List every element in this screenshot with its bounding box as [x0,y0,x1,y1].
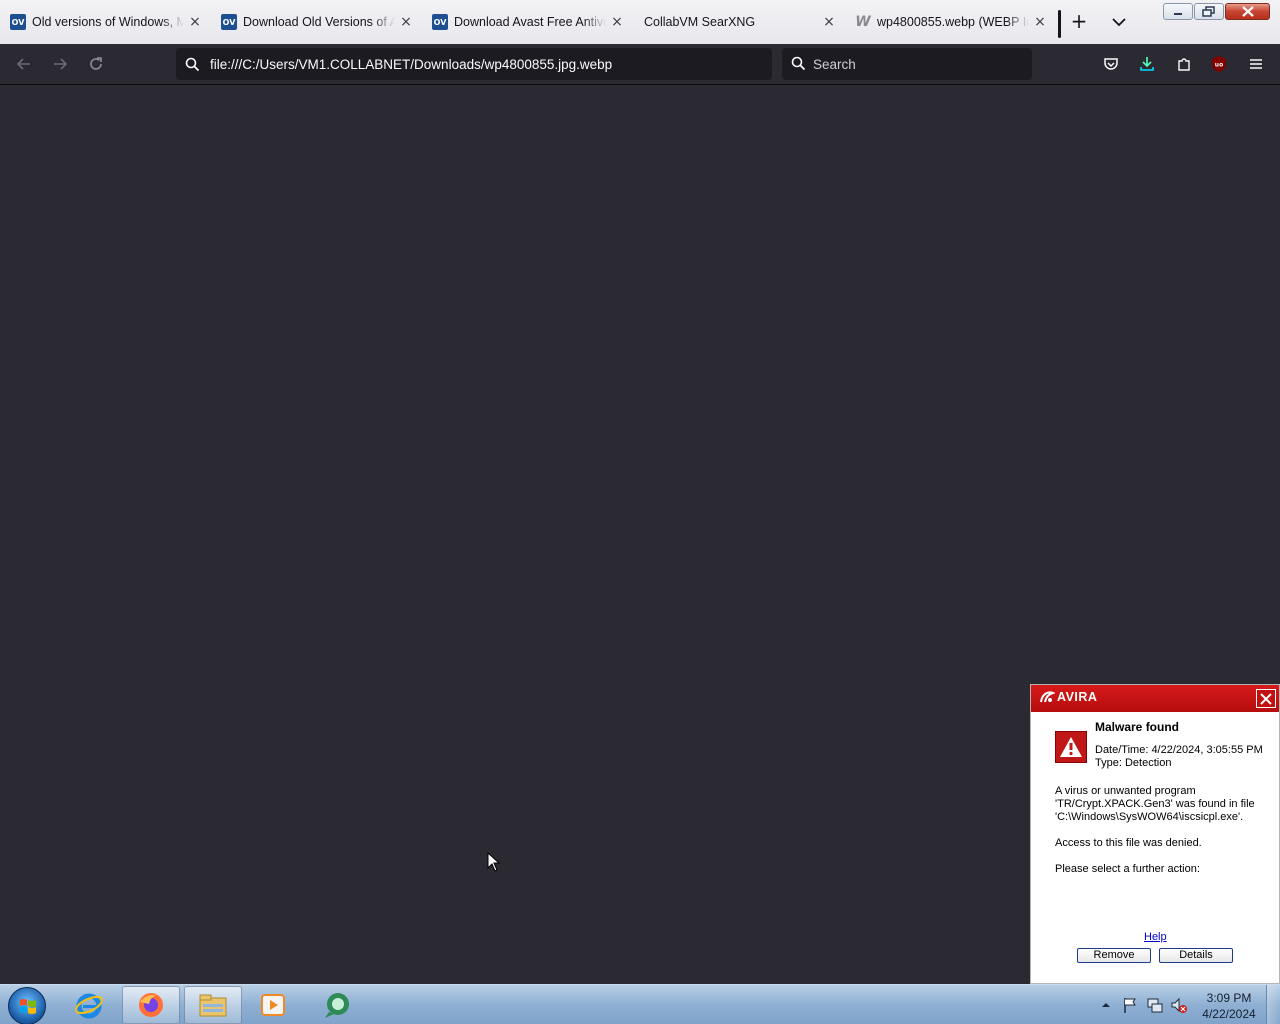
reload-button[interactable] [86,54,106,74]
app-menu-button[interactable] [1246,54,1266,74]
oldversion-favicon-icon: OV [10,14,26,30]
taskbar-file-explorer[interactable] [184,986,242,1024]
oldversion-favicon-icon: OV [432,14,448,30]
help-link[interactable]: Help [1144,931,1167,943]
new-tab-button[interactable]: + [1068,11,1090,33]
avira-close-button[interactable] [1256,689,1276,708]
tab-webp-image[interactable]: W wp4800855.webp (WEBP Image × [845,0,1055,44]
clock-time: 3:09 PM [1206,991,1252,1005]
taskbar-internet-explorer[interactable] [60,986,118,1024]
tab-title: Old versions of Windows, Mac [32,15,184,29]
detection-datetime: Date/Time: 4/22/2024, 3:05:55 PM [1095,744,1263,756]
remove-button[interactable]: Remove [1077,948,1151,963]
tab-download-avast-free[interactable]: OV Download Avast Free Antivirus × [422,0,632,44]
ublock-icon: uo [1212,56,1226,72]
pocket-button[interactable] [1101,54,1121,74]
tab-title: wp4800855.webp (WEBP Image [877,15,1029,29]
taskbar-firefox[interactable] [122,986,180,1024]
ublock-button[interactable]: uo [1209,54,1229,74]
search-placeholder[interactable]: Search [813,57,856,72]
forward-icon [54,58,68,70]
close-window-button[interactable] [1225,3,1270,20]
system-clock[interactable]: 3:09 PM 4/22/2024 [1198,990,1260,1022]
download-icon [1140,57,1154,71]
tab-close-icon[interactable]: × [397,13,415,31]
internet-explorer-icon [75,993,103,1019]
details-button[interactable]: Details [1159,948,1233,963]
show-hidden-icons-icon[interactable] [1100,999,1112,1011]
tab-collabvm-searxng[interactable]: CollabVM SearXNG × [634,0,844,44]
detection-meta: Date/Time: 4/22/2024, 3:05:55 PM Type: D… [1095,744,1263,770]
windows-taskbar: 3:09 PM 4/22/2024 [0,984,1280,1024]
avira-header: AVIRA [1031,685,1279,712]
windows-logo-icon [20,999,36,1014]
avira-heading: Malware found [1095,720,1180,734]
forward-button[interactable] [50,54,70,74]
minimize-button[interactable] [1163,3,1193,20]
tab-title: Download Old Versions of Avast [243,15,395,29]
tab-download-old-versions-avast[interactable]: OV Download Old Versions of Avast × [211,0,421,44]
clock-date: 4/22/2024 [1202,1007,1256,1021]
network-icon[interactable] [1146,996,1164,1014]
extensions-icon [1178,58,1190,71]
back-button[interactable] [14,54,34,74]
tab-separator [1058,10,1061,38]
search-icon [791,56,806,71]
avira-malware-notification: AVIRA Malware found Date/Time: 4/22/2024… [1030,684,1280,984]
pocket-icon [1104,58,1118,70]
close-icon [1241,6,1254,17]
tab-title: CollabVM SearXNG [644,15,756,29]
firefox-icon [139,993,163,1017]
back-icon [16,58,30,70]
tab-old-versions[interactable]: OV Old versions of Windows, Mac × [0,0,210,44]
minimize-icon [1174,12,1182,15]
media-player-icon [261,994,285,1016]
message-line: 'C:\Windows\SysWOW64\iscsicpl.exe'. [1055,811,1244,823]
show-desktop-button[interactable] [1266,985,1280,1024]
chevron-down-icon [1112,18,1126,27]
volume-muted-icon[interactable] [1170,996,1188,1014]
file-explorer-icon [199,994,227,1017]
collabvm-icon [325,993,349,1018]
downloads-button[interactable] [1137,54,1157,74]
list-all-tabs-button[interactable] [1108,11,1130,33]
detection-message: A virus or unwanted program 'TR/Crypt.XP… [1055,785,1275,889]
mouse-cursor-icon [487,852,501,872]
search-icon [185,57,200,72]
url-text[interactable]: file:///C:/Users/VM1.COLLABNET/Downloads… [210,57,612,72]
tab-close-icon[interactable]: × [186,13,204,31]
tab-strip: OV Old versions of Windows, Mac × OV Dow… [0,0,1280,44]
access-denied-text: Access to this file was denied. [1055,837,1202,849]
url-bar[interactable]: file:///C:/Users/VM1.COLLABNET/Downloads… [176,48,772,80]
close-icon [1260,692,1272,705]
reload-icon [90,57,102,70]
tab-close-icon[interactable]: × [1031,13,1049,31]
start-button[interactable] [8,987,46,1024]
message-line: 'TR/Crypt.XPACK.Gen3' was found in file [1055,798,1255,810]
menu-icon [1250,59,1262,69]
svg-text:uo: uo [1215,62,1223,69]
search-bar[interactable]: Search [782,48,1032,80]
restore-button[interactable] [1194,3,1224,20]
oldversion-favicon-icon: OV [221,14,237,30]
taskbar-media-player[interactable] [244,986,302,1024]
action-center-flag-icon[interactable] [1122,996,1138,1014]
wallpaper-favicon-icon: W [855,14,871,30]
message-line: A virus or unwanted program [1055,785,1196,797]
avira-umbrella-icon [1040,691,1055,703]
window-controls [1163,3,1270,20]
avira-brand-text: AVIRA [1057,690,1098,704]
avira-logo: AVIRA [1039,690,1097,704]
tab-close-icon[interactable]: × [608,13,626,31]
detection-type: Type: Detection [1095,757,1172,769]
warning-icon [1055,731,1087,763]
tab-title: Download Avast Free Antivirus [454,15,606,29]
action-prompt-text: Please select a further action: [1055,863,1200,875]
restore-icon [1202,6,1215,17]
taskbar-collabvm[interactable] [308,986,366,1024]
extensions-button[interactable] [1174,54,1194,74]
tab-close-icon[interactable]: × [820,13,838,31]
